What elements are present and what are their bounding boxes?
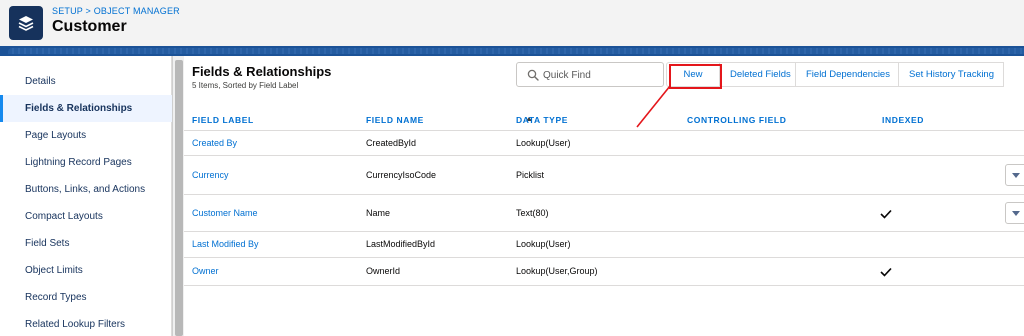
layers-icon xyxy=(9,6,43,40)
set-history-tracking-button[interactable]: Set History Tracking xyxy=(898,62,1004,87)
field-label-link[interactable]: Currency xyxy=(192,170,229,180)
table-row: Created By CreatedById Lookup(User) xyxy=(184,131,1024,156)
sidebar-item-details[interactable]: Details xyxy=(0,68,172,95)
field-label-link[interactable]: Created By xyxy=(192,138,237,148)
page-header: SETUP > OBJECT MANAGER Customer xyxy=(0,0,1024,46)
column-header-indexed[interactable]: INDEXED xyxy=(882,115,924,125)
field-name-cell: Name xyxy=(366,208,391,218)
quick-find-box[interactable] xyxy=(516,62,664,87)
data-type-cell: Lookup(User) xyxy=(516,239,571,249)
scrollbar-thumb[interactable] xyxy=(175,60,183,336)
search-icon xyxy=(527,69,539,81)
column-header-controlling-field[interactable]: CONTROLLING FIELD xyxy=(687,115,786,125)
field-label-link[interactable]: Customer Name xyxy=(192,208,258,218)
field-name-cell: CurrencyIsoCode xyxy=(366,170,437,180)
sidebar-item-compact-layouts[interactable]: Compact Layouts xyxy=(0,203,172,230)
quick-find-input[interactable] xyxy=(543,66,659,84)
field-name-cell: OwnerId xyxy=(366,266,401,276)
sidebar-item-related-lookup-filters[interactable]: Related Lookup Filters xyxy=(0,311,172,336)
table-header: FIELD LABEL FIELD NAME DATA TYPE CONTROL… xyxy=(184,109,1024,131)
breadcrumb[interactable]: SETUP > OBJECT MANAGER xyxy=(52,6,180,16)
chevron-down-icon xyxy=(1012,173,1020,178)
new-button[interactable]: New xyxy=(666,62,720,87)
deleted-fields-button[interactable]: Deleted Fields xyxy=(719,62,796,87)
column-header-data-type[interactable]: DATA TYPE xyxy=(516,115,568,125)
column-header-field-name[interactable]: FIELD NAME xyxy=(366,115,424,125)
sidebar-item-page-layouts[interactable]: Page Layouts xyxy=(0,122,172,149)
data-type-cell: Lookup(User) xyxy=(516,138,571,148)
data-type-cell: Lookup(User,Group) xyxy=(516,266,598,276)
field-dependencies-button[interactable]: Field Dependencies xyxy=(795,62,899,87)
field-name-cell: LastModifiedById xyxy=(366,239,436,249)
action-button-group: New Deleted Fields Field Dependencies Se… xyxy=(666,62,1004,87)
header-band xyxy=(0,46,1024,56)
sidebar-item-buttons-links-actions[interactable]: Buttons, Links, and Actions xyxy=(0,176,172,203)
data-type-cell: Text(80) xyxy=(516,208,549,218)
sidebar-item-lightning-record-pages[interactable]: Lightning Record Pages xyxy=(0,149,172,176)
field-name-cell: CreatedById xyxy=(366,138,417,148)
sidebar-scrollbar[interactable] xyxy=(172,56,184,336)
table-row: Customer Name Name Text(80) xyxy=(184,195,1024,232)
header-band-pattern xyxy=(8,48,1024,54)
section-subtitle: 5 Items, Sorted by Field Label xyxy=(192,81,299,90)
checkmark-icon xyxy=(880,267,892,277)
table-row: Last Modified By LastModifiedById Lookup… xyxy=(184,232,1024,258)
sidebar-item-fields-relationships[interactable]: Fields & Relationships xyxy=(0,95,172,122)
chevron-down-icon xyxy=(1012,211,1020,216)
field-label-link[interactable]: Last Modified By xyxy=(192,239,259,249)
table-row: Currency CurrencyIsoCode Picklist xyxy=(184,156,1024,195)
row-actions-menu[interactable] xyxy=(1005,164,1024,186)
page-title: Customer xyxy=(52,18,127,35)
sidebar-item-field-sets[interactable]: Field Sets xyxy=(0,230,172,257)
section-title: Fields & Relationships xyxy=(192,64,332,79)
field-label-link[interactable]: Owner xyxy=(192,266,219,276)
column-header-field-label[interactable]: FIELD LABEL xyxy=(192,115,254,125)
sidebar: Details Fields & Relationships Page Layo… xyxy=(0,56,172,336)
data-type-cell: Picklist xyxy=(516,170,545,180)
sidebar-item-record-types[interactable]: Record Types xyxy=(0,284,172,311)
sidebar-item-object-limits[interactable]: Object Limits xyxy=(0,257,172,284)
checkmark-icon xyxy=(880,209,892,219)
row-actions-menu[interactable] xyxy=(1005,202,1024,224)
table-row: Owner OwnerId Lookup(User,Group) xyxy=(184,258,1024,286)
